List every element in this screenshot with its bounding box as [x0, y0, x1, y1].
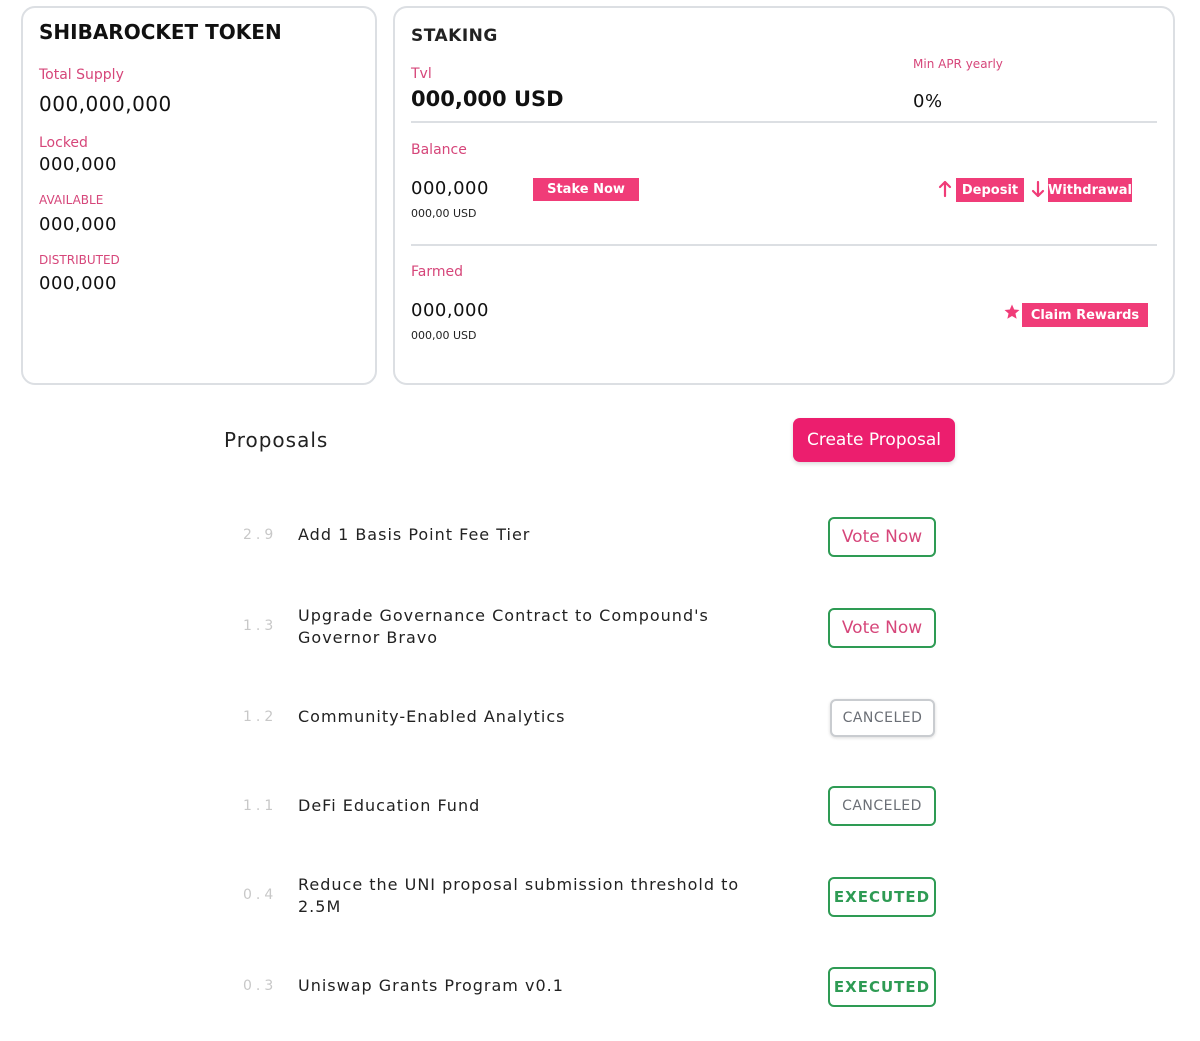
total-supply-value: 000,000,000: [39, 92, 172, 116]
balance-label: Balance: [411, 142, 467, 158]
available-value: 000,000: [39, 214, 117, 235]
proposal-title[interactable]: Upgrade Governance Contract to Compound'…: [298, 605, 768, 649]
status-badge-canceled[interactable]: CANCELED: [828, 786, 936, 826]
token-title: SHIBAROCKET TOKEN: [39, 20, 282, 44]
tvl-label: Tvl: [411, 66, 432, 82]
proposal-number: 1.2: [243, 709, 278, 725]
proposal-number: 2.9: [243, 527, 278, 543]
proposal-number: 0.3: [243, 978, 278, 994]
create-proposal-button[interactable]: Create Proposal: [793, 418, 955, 462]
apr-value: 0%: [913, 91, 943, 112]
proposal-number: 1.1: [243, 798, 278, 814]
proposal-title[interactable]: Reduce the UNI proposal submission thres…: [298, 874, 768, 918]
vote-now-button[interactable]: Vote Now: [828, 517, 936, 557]
status-badge-executed[interactable]: EXECUTED: [828, 877, 936, 917]
divider: [411, 121, 1157, 123]
proposal-title[interactable]: DeFi Education Fund: [298, 795, 768, 817]
distributed-value: 000,000: [39, 273, 117, 294]
arrow-down-icon: [1031, 180, 1045, 198]
distributed-label: DISTRIBUTED: [39, 253, 120, 267]
star-icon: [1004, 304, 1020, 319]
stake-now-button[interactable]: Stake Now: [533, 178, 639, 201]
staking-card: STAKING Tvl 000,000 USD Min APR yearly 0…: [393, 6, 1175, 385]
status-badge-canceled[interactable]: CANCELED: [830, 699, 935, 737]
status-badge-executed[interactable]: EXECUTED: [828, 967, 936, 1007]
balance-value: 000,000: [411, 178, 489, 199]
proposal-number: 0.4: [243, 887, 278, 903]
apr-label: Min APR yearly: [913, 57, 1003, 71]
balance-usd: 000,00 USD: [411, 207, 477, 220]
locked-value: 000,000: [39, 154, 117, 175]
proposal-title[interactable]: Add 1 Basis Point Fee Tier: [298, 524, 768, 546]
locked-label: Locked: [39, 135, 88, 151]
proposal-title[interactable]: Community-Enabled Analytics: [298, 706, 768, 728]
divider: [411, 244, 1157, 246]
farmed-value: 000,000: [411, 300, 489, 321]
withdrawal-button[interactable]: Withdrawal: [1048, 178, 1132, 202]
tvl-value: 000,000 USD: [411, 87, 564, 111]
deposit-button[interactable]: Deposit: [956, 178, 1024, 202]
farmed-label: Farmed: [411, 264, 463, 280]
available-label: AVAILABLE: [39, 193, 104, 207]
proposals-title: Proposals: [224, 428, 329, 452]
claim-rewards-button[interactable]: Claim Rewards: [1022, 303, 1148, 327]
vote-now-button[interactable]: Vote Now: [828, 608, 936, 648]
proposal-title[interactable]: Uniswap Grants Program v0.1: [298, 975, 768, 997]
arrow-up-icon: [938, 180, 952, 198]
proposal-number: 1.3: [243, 618, 278, 634]
staking-title: STAKING: [411, 26, 498, 46]
farmed-usd: 000,00 USD: [411, 329, 477, 342]
total-supply-label: Total Supply: [39, 67, 124, 83]
token-card: SHIBAROCKET TOKEN Total Supply 000,000,0…: [21, 6, 377, 385]
